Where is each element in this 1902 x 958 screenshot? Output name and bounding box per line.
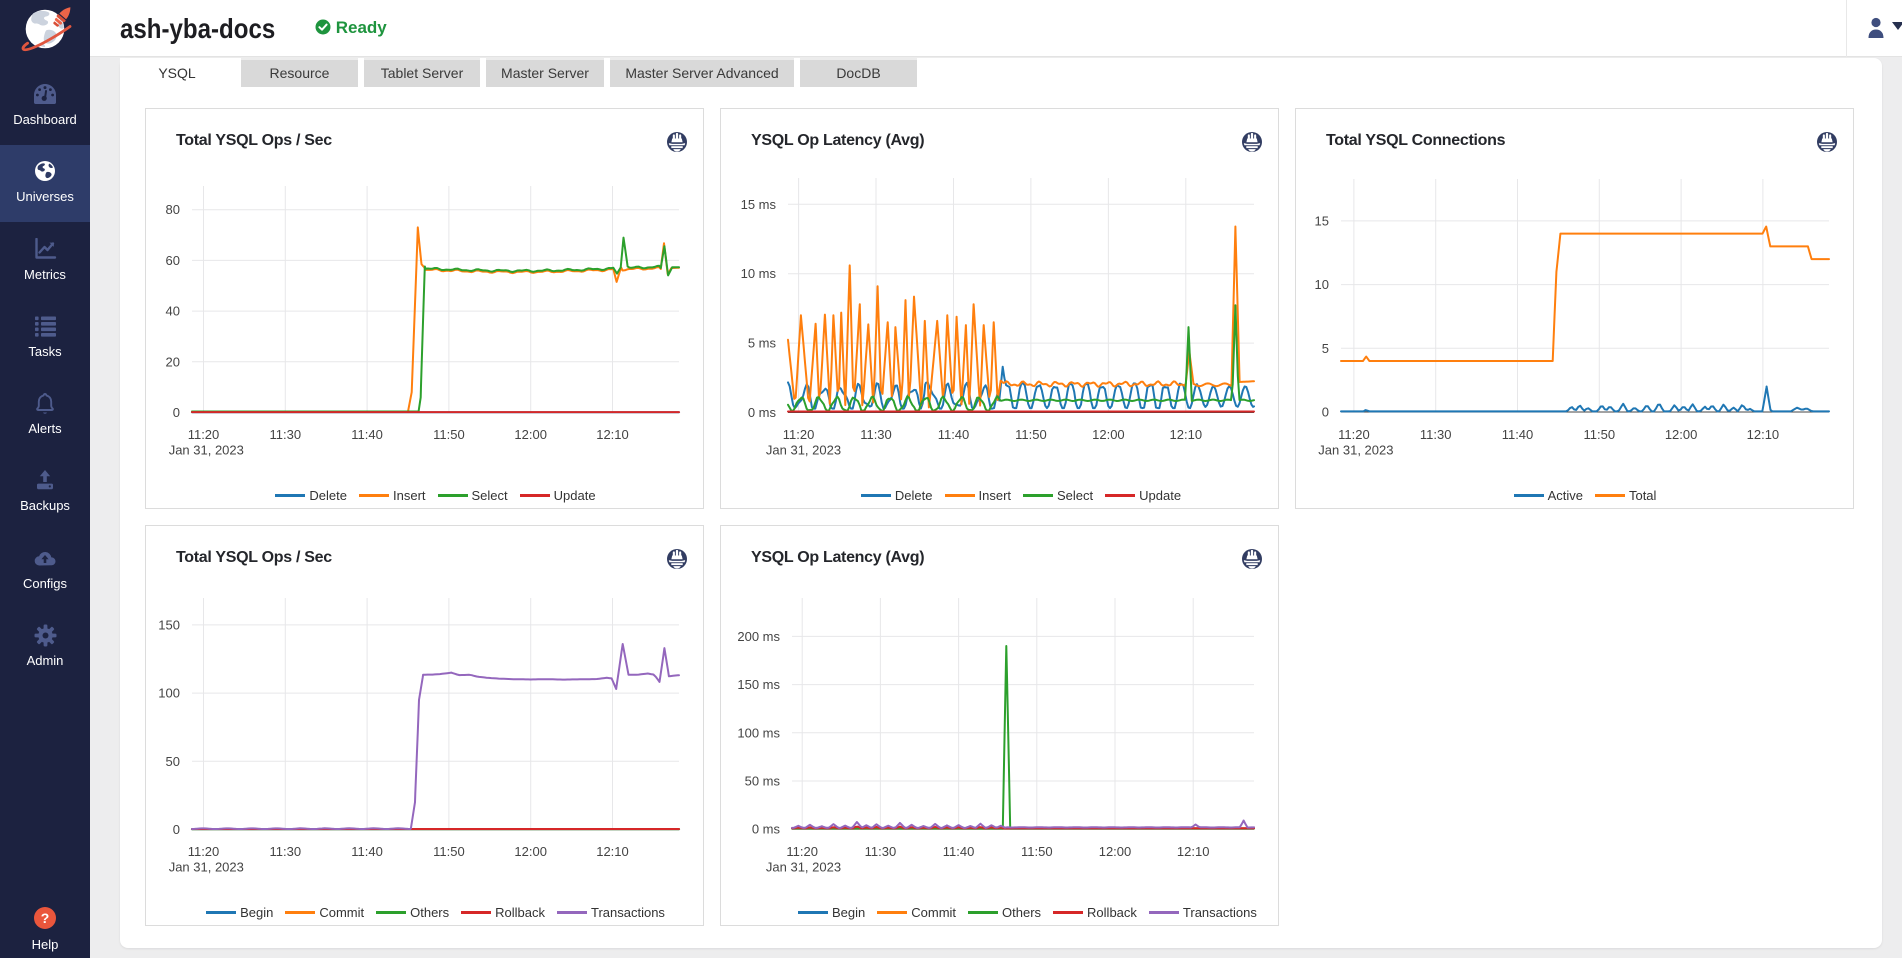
svg-text:15: 15 — [1315, 213, 1329, 228]
svg-text:Jan 31, 2023: Jan 31, 2023 — [766, 443, 841, 458]
svg-text:0 ms: 0 ms — [748, 405, 777, 420]
svg-text:11:30: 11:30 — [1420, 427, 1452, 442]
svg-text:5: 5 — [1322, 341, 1329, 356]
svg-text:11:40: 11:40 — [1502, 427, 1534, 442]
svg-text:11:40: 11:40 — [351, 427, 383, 442]
svg-text:11:50: 11:50 — [1021, 844, 1053, 859]
svg-text:Jan 31, 2023: Jan 31, 2023 — [169, 860, 244, 875]
svg-text:0: 0 — [173, 822, 180, 837]
svg-text:11:40: 11:40 — [943, 844, 975, 859]
svg-text:11:20: 11:20 — [783, 427, 815, 442]
svg-text:12:10: 12:10 — [1747, 427, 1780, 442]
svg-text:11:20: 11:20 — [188, 844, 220, 859]
svg-text:100: 100 — [158, 686, 180, 701]
svg-text:0: 0 — [173, 405, 180, 420]
svg-text:12:10: 12:10 — [1170, 427, 1203, 442]
svg-text:12:00: 12:00 — [514, 844, 547, 859]
svg-text:12:00: 12:00 — [1099, 844, 1132, 859]
svg-text:11:30: 11:30 — [270, 844, 302, 859]
svg-text:11:50: 11:50 — [1584, 427, 1616, 442]
svg-text:11:50: 11:50 — [1015, 427, 1047, 442]
svg-text:12:10: 12:10 — [596, 844, 629, 859]
svg-text:11:20: 11:20 — [188, 427, 220, 442]
svg-text:Jan 31, 2023: Jan 31, 2023 — [169, 443, 244, 458]
svg-text:Jan 31, 2023: Jan 31, 2023 — [1318, 443, 1393, 458]
svg-text:11:40: 11:40 — [351, 844, 383, 859]
svg-text:Jan 31, 2023: Jan 31, 2023 — [766, 860, 841, 875]
svg-text:10 ms: 10 ms — [741, 266, 777, 281]
svg-text:40: 40 — [166, 304, 180, 319]
svg-text:150 ms: 150 ms — [737, 677, 780, 692]
svg-text:11:30: 11:30 — [270, 427, 302, 442]
svg-text:10: 10 — [1315, 277, 1329, 292]
svg-text:12:00: 12:00 — [1665, 427, 1698, 442]
svg-text:50: 50 — [166, 754, 180, 769]
svg-text:11:20: 11:20 — [1338, 427, 1370, 442]
svg-text:5 ms: 5 ms — [748, 336, 777, 351]
svg-text:20: 20 — [166, 354, 180, 369]
svg-text:200 ms: 200 ms — [737, 629, 780, 644]
svg-text:11:30: 11:30 — [860, 427, 892, 442]
svg-text:11:40: 11:40 — [938, 427, 970, 442]
svg-text:11:20: 11:20 — [786, 844, 818, 859]
svg-text:15 ms: 15 ms — [741, 197, 777, 212]
svg-text:11:50: 11:50 — [433, 844, 465, 859]
svg-text:12:10: 12:10 — [1177, 844, 1210, 859]
svg-text:12:00: 12:00 — [514, 427, 547, 442]
svg-text:?: ? — [41, 910, 50, 926]
svg-text:12:00: 12:00 — [1092, 427, 1125, 442]
svg-text:60: 60 — [166, 253, 180, 268]
svg-text:150: 150 — [158, 617, 180, 632]
svg-text:80: 80 — [166, 202, 180, 217]
svg-text:0: 0 — [1322, 405, 1329, 420]
svg-text:11:30: 11:30 — [865, 844, 897, 859]
svg-text:50 ms: 50 ms — [745, 774, 781, 789]
svg-text:12:10: 12:10 — [596, 427, 629, 442]
svg-text:0 ms: 0 ms — [752, 822, 781, 837]
svg-text:100 ms: 100 ms — [737, 725, 780, 740]
svg-text:11:50: 11:50 — [433, 427, 465, 442]
